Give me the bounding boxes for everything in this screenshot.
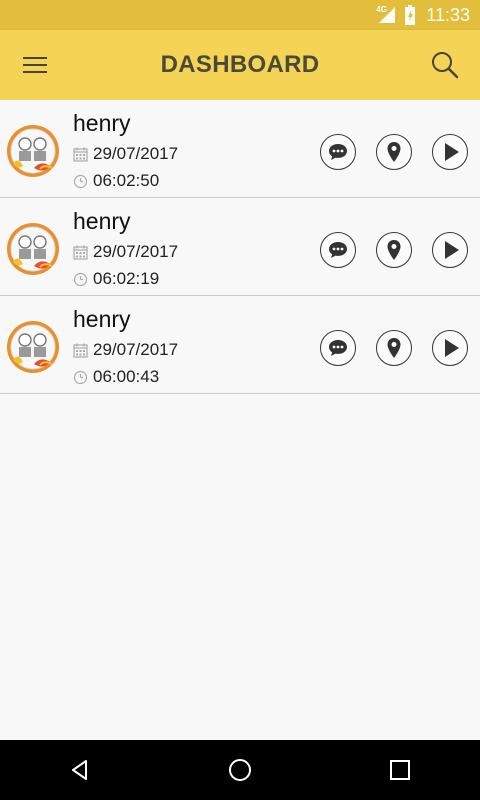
family-avatar-icon	[7, 321, 59, 373]
clock-icon	[73, 174, 88, 189]
search-button[interactable]	[410, 30, 480, 100]
search-icon	[431, 52, 459, 79]
back-button[interactable]	[50, 740, 110, 800]
play-icon	[445, 339, 459, 357]
location-pin-icon	[387, 338, 401, 358]
clock: 11:33	[426, 4, 470, 25]
play-icon	[445, 241, 459, 259]
status-bar: 4G 11:33	[0, 0, 480, 30]
family-avatar-icon	[7, 125, 59, 177]
record-time: 06:02:19	[73, 269, 159, 289]
message-button[interactable]	[320, 134, 356, 170]
record-name: henry	[73, 306, 131, 332]
navigation-bar	[0, 740, 480, 800]
message-button[interactable]	[320, 330, 356, 366]
record-time-text: 06:02:50	[93, 171, 160, 190]
signal-icon: 4G	[376, 5, 396, 23]
home-button[interactable]	[210, 740, 270, 800]
location-button[interactable]	[376, 232, 412, 268]
recents-button[interactable]	[370, 740, 430, 800]
record-time-text: 06:02:19	[93, 269, 160, 288]
message-icon	[329, 340, 347, 356]
record-time: 06:02:50	[73, 171, 159, 191]
record-time: 06:00:43	[73, 367, 159, 387]
record-date: 29/07/2017	[73, 242, 178, 262]
list-item[interactable]: henry 29/07/2017	[0, 100, 480, 198]
clock-icon	[73, 272, 88, 287]
clock-icon	[73, 370, 88, 385]
network-type: 4G	[376, 5, 387, 14]
avatar	[6, 320, 60, 374]
row-actions	[300, 330, 468, 366]
record-date-text: 29/07/2017	[93, 340, 179, 359]
record-date-text: 29/07/2017	[93, 242, 179, 261]
location-button[interactable]	[376, 134, 412, 170]
record-name: henry	[73, 208, 131, 234]
list-item[interactable]: henry 29/07/2017	[0, 296, 480, 394]
play-button[interactable]	[432, 330, 468, 366]
calendar-icon	[73, 343, 88, 358]
calendar-icon	[73, 147, 88, 162]
page-title: DASHBOARD	[160, 51, 320, 78]
app-bar: DASHBOARD	[0, 30, 480, 100]
list-item[interactable]: henry 29/07/2017	[0, 198, 480, 296]
avatar	[6, 222, 60, 276]
row-actions	[300, 232, 468, 268]
record-time-text: 06:00:43	[93, 367, 160, 386]
back-icon	[72, 760, 87, 780]
message-icon	[329, 242, 347, 258]
play-button[interactable]	[432, 232, 468, 268]
message-button[interactable]	[320, 232, 356, 268]
menu-button[interactable]	[0, 30, 70, 100]
home-icon	[229, 759, 251, 781]
calendar-icon	[73, 245, 88, 260]
location-pin-icon	[387, 142, 401, 162]
record-date-text: 29/07/2017	[93, 144, 179, 163]
record-date: 29/07/2017	[73, 340, 178, 360]
message-icon	[329, 144, 347, 160]
play-icon	[445, 143, 459, 161]
play-button[interactable]	[432, 134, 468, 170]
hamburger-menu-icon	[23, 57, 47, 73]
record-name: henry	[73, 110, 131, 136]
row-actions	[300, 134, 468, 170]
battery-icon	[404, 5, 416, 25]
location-button[interactable]	[376, 330, 412, 366]
location-pin-icon	[387, 240, 401, 260]
recents-icon	[390, 760, 410, 780]
record-list: henry 29/07/2017 06:02:50 henry 29/07/20…	[0, 100, 480, 394]
avatar	[6, 124, 60, 178]
record-date: 29/07/2017	[73, 144, 178, 164]
family-avatar-icon	[7, 223, 59, 275]
